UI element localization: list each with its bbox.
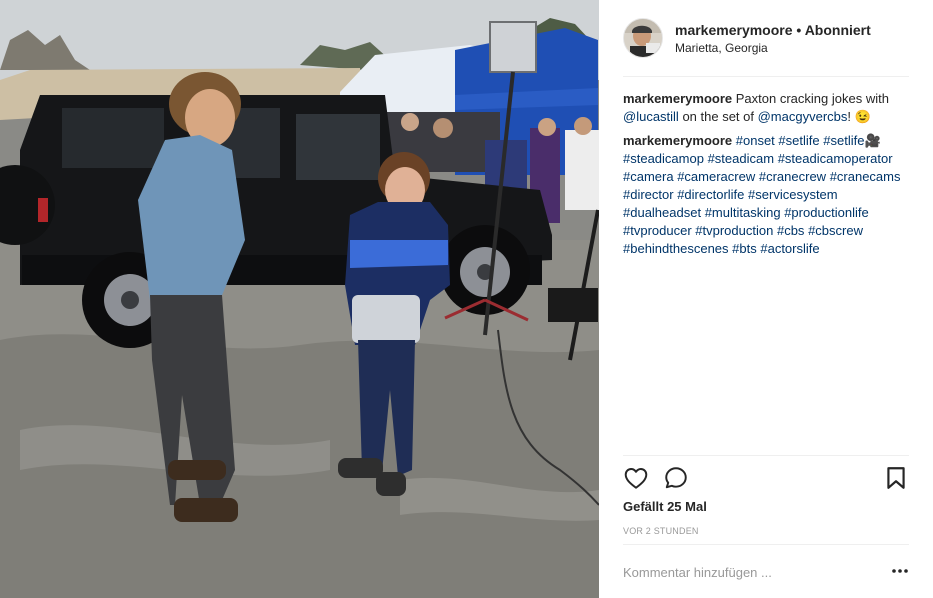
photo-scene — [0, 0, 599, 598]
comments-list: markemerymoore Paxton cracking jokes wit… — [623, 90, 909, 264]
comment-divider — [623, 544, 909, 545]
hashtag-link[interactable]: #cranecams — [830, 169, 901, 184]
comment-text: ! 😉 — [847, 109, 871, 124]
more-options-icon[interactable] — [891, 563, 909, 579]
post-photo[interactable] — [0, 0, 599, 598]
comment: markemerymoore #onset #setlife #setlife🎥… — [623, 132, 909, 258]
hashtag-link[interactable]: #actorslife — [760, 241, 819, 256]
hashtag-link[interactable]: #director — [623, 187, 674, 202]
hashtag-link[interactable]: #directorlife — [677, 187, 744, 202]
add-comment-input[interactable]: Kommentar hinzufügen ... — [623, 565, 772, 580]
hashtag-link[interactable]: #cranecrew — [759, 169, 826, 184]
post-actions — [623, 465, 909, 491]
post-timestamp[interactable]: VOR 2 STUNDEN — [623, 526, 699, 536]
hashtag-link[interactable]: #setlife🎥 — [823, 133, 880, 148]
hashtag-link[interactable]: #steadicamop — [623, 151, 704, 166]
hashtag-link[interactable]: #steadicamoperator — [778, 151, 893, 166]
post-header: markemerymoore • Abonniert Marietta, Geo… — [623, 18, 909, 58]
comment-username[interactable]: markemerymoore — [623, 91, 732, 106]
hashtag-link[interactable]: #camera — [623, 169, 674, 184]
post-location[interactable]: Marietta, Georgia — [675, 41, 768, 55]
comment: markemerymoore Paxton cracking jokes wit… — [623, 90, 909, 126]
comment-text: Paxton cracking jokes with — [735, 91, 889, 106]
hashtag-link[interactable]: #steadicam — [708, 151, 774, 166]
follow-status-button[interactable]: Abonniert — [805, 22, 871, 38]
hashtag-link[interactable]: #tvproduction — [695, 223, 773, 238]
hashtag-link[interactable]: #bts — [732, 241, 757, 256]
hashtag-link[interactable]: #multitasking — [705, 205, 781, 220]
instagram-post: markemerymoore • Abonniert Marietta, Geo… — [0, 0, 933, 598]
hashtag-link[interactable]: #tvproducer — [623, 223, 692, 238]
hashtag-link[interactable]: #onset — [736, 133, 775, 148]
comment-bubble-icon[interactable] — [663, 465, 689, 491]
header-divider — [623, 76, 909, 77]
comment-text: on the set of — [678, 109, 758, 124]
post-author-username[interactable]: markemerymoore — [675, 22, 793, 38]
hashtag-link[interactable]: #cameracrew — [677, 169, 755, 184]
post-author-line: markemerymoore • Abonniert — [675, 22, 871, 38]
hashtag-link[interactable]: #productionlife — [784, 205, 869, 220]
hashtag-link[interactable]: #behindthescenes — [623, 241, 729, 256]
post-details-panel: markemerymoore • Abonniert Marietta, Geo… — [599, 0, 933, 598]
hashtag-link[interactable]: #servicesystem — [748, 187, 838, 202]
bookmark-icon[interactable] — [883, 465, 909, 491]
like-count[interactable]: Gefällt 25 Mal — [623, 499, 707, 514]
hashtag-link[interactable]: #dualheadset — [623, 205, 701, 220]
header-separator: • — [796, 22, 802, 38]
mention-link[interactable]: @lucastill — [623, 109, 679, 124]
actions-divider — [623, 455, 909, 456]
hashtag-link[interactable]: #setlife — [778, 133, 819, 148]
hashtag-link[interactable]: #cbs — [777, 223, 804, 238]
hashtag-link[interactable]: #cbscrew — [808, 223, 863, 238]
avatar[interactable] — [623, 18, 663, 58]
avatar-photo — [624, 19, 662, 57]
heart-icon[interactable] — [623, 465, 649, 491]
comment-username[interactable]: markemerymoore — [623, 133, 732, 148]
mention-link[interactable]: @macgyvercbs — [758, 109, 848, 124]
